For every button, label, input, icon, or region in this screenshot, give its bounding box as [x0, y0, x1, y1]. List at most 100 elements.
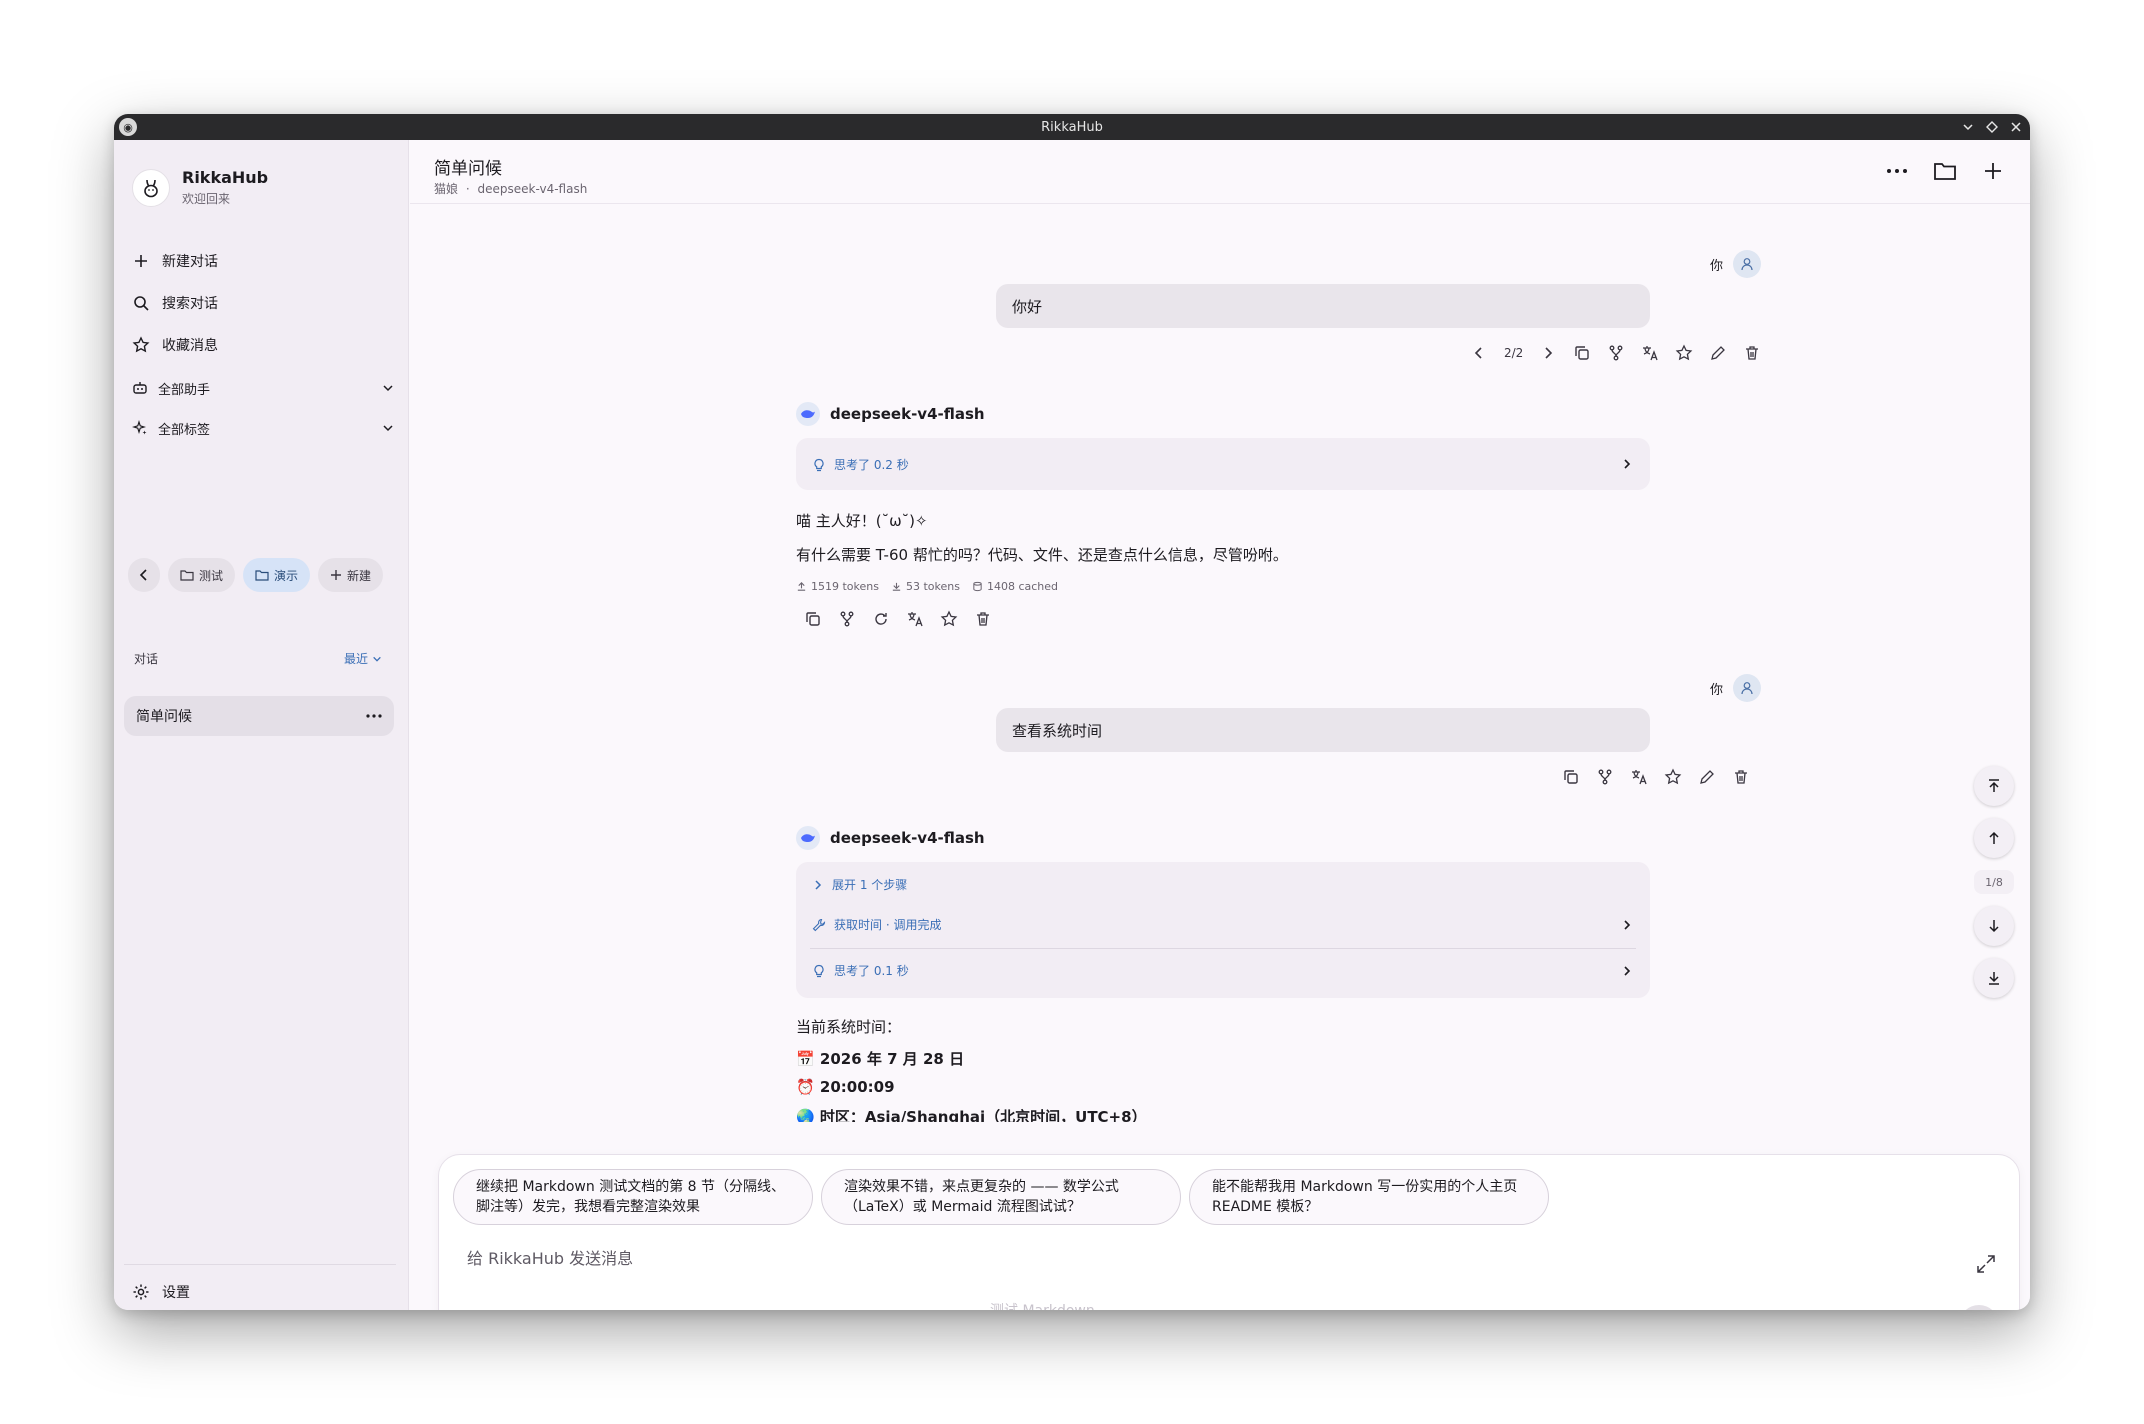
suggestion-line2: README 模板？: [1212, 1199, 1319, 1215]
delete-icon[interactable]: [1732, 768, 1750, 786]
thinking-card[interactable]: 思考了 0.2 秒: [796, 438, 1650, 490]
copy-icon[interactable]: [1573, 344, 1591, 362]
assistant-reply-line2: 有什么需要 T-60 帮忙的吗？代码、文件、还是查点什么信息，尽管吩咐。: [796, 546, 1288, 564]
scroll-up-button[interactable]: [1974, 818, 2014, 858]
assistants-label: 全部助手: [158, 382, 211, 398]
app-window: ◉ RikkaHub RikkaHub 欢迎回来 新建对话 搜索对话 收藏消息 …: [114, 114, 2030, 1310]
assistant-message-header: deepseek-v4-flash: [796, 402, 985, 426]
fork-icon[interactable]: [838, 610, 856, 628]
plus-icon: [135, 255, 147, 267]
star-icon[interactable]: [1664, 768, 1682, 786]
chevron-down-icon: [383, 385, 393, 392]
person-icon: [1741, 682, 1753, 695]
sparkle-icon: [132, 420, 147, 435]
close-button[interactable]: [2008, 119, 2024, 135]
arrow-bottom-icon: [1989, 972, 1999, 985]
suggestion-chip[interactable]: 渲染效果不错，来点更复杂的 —— 数学公式 （LaTeX）或 Mermaid 流程…: [821, 1169, 1181, 1225]
message-pager: 2/2: [1504, 346, 1524, 360]
suggestion-chip[interactable]: 继续把 Markdown 测试文档的第 8 节（分隔线、 脚注等）发完，我想看完整…: [453, 1169, 813, 1225]
scroll-bottom-button[interactable]: [1974, 958, 2014, 998]
fork-icon[interactable]: [1596, 768, 1614, 786]
scroll-down-button[interactable]: [1974, 906, 2014, 946]
app-name: RikkaHub: [182, 168, 269, 187]
plus-icon: [1985, 163, 2001, 179]
user-message-toolbar: 2/2: [1470, 344, 1761, 362]
message-input[interactable]: 给 RikkaHub 发送消息: [467, 1245, 633, 1269]
translate-icon[interactable]: [1630, 768, 1648, 786]
fork-icon[interactable]: [1607, 344, 1625, 362]
token-stats: 1519 tokens 53 tokens 1408 cached: [796, 580, 1058, 593]
thinking-row[interactable]: 思考了 0.1 秒: [812, 962, 909, 979]
tag-chips: 测试 演示 新建: [128, 558, 384, 592]
suggestion-chip[interactable]: 能不能帮我用 Markdown 写一份实用的个人主页 README 模板？: [1189, 1169, 1549, 1225]
cached-tokens: 1408 cached: [972, 580, 1058, 593]
new-chat-button[interactable]: 新建对话: [132, 246, 218, 276]
copy-icon[interactable]: [1562, 768, 1580, 786]
tags-label: 全部标签: [158, 422, 211, 438]
favorites-label: 收藏消息: [162, 338, 218, 354]
sort-dropdown[interactable]: 最近: [344, 650, 382, 667]
translate-icon[interactable]: [1641, 344, 1659, 362]
input-tokens: 1519 tokens: [796, 580, 879, 593]
star-icon[interactable]: [940, 610, 958, 628]
tag-chip-demo[interactable]: 演示: [243, 558, 311, 592]
send-button[interactable]: [1959, 1305, 1999, 1310]
cached-tokens-value: 1408 cached: [986, 580, 1059, 593]
folder-icon: [1934, 163, 1956, 180]
chevron-left-icon[interactable]: [1470, 344, 1488, 362]
folder-button[interactable]: [1932, 158, 1958, 184]
more-icon[interactable]: [366, 714, 382, 718]
more-icon: [1887, 169, 1907, 173]
edit-icon[interactable]: [1698, 768, 1716, 786]
robot-icon: [133, 382, 147, 394]
more-options-button[interactable]: [1884, 158, 1910, 184]
user-message-text: 你好: [1012, 297, 1043, 316]
delete-icon[interactable]: [974, 610, 992, 628]
edit-icon[interactable]: [1709, 344, 1727, 362]
assistant-reply-line1: 当前系统时间：: [796, 1018, 902, 1036]
search-chat-button[interactable]: 搜索对话: [132, 288, 218, 318]
app-subtitle: 欢迎回来: [182, 192, 231, 206]
tool-call-row[interactable]: 获取时间 · 调用完成: [812, 916, 941, 933]
assistant-message-toolbar: [804, 610, 992, 628]
copy-icon[interactable]: [804, 610, 822, 628]
upload-icon: [797, 582, 806, 591]
star-icon[interactable]: [1675, 344, 1693, 362]
new-chat-label: 新建对话: [162, 254, 218, 270]
conversations-section-label: 对话: [134, 652, 159, 666]
favorites-button[interactable]: 收藏消息: [132, 330, 218, 360]
minimize-button[interactable]: [1960, 119, 1976, 135]
conversation-item[interactable]: 简单问候: [124, 696, 394, 736]
regenerate-icon[interactable]: [872, 610, 890, 628]
tag-scroll-left-button[interactable]: [128, 558, 160, 592]
expand-steps-button[interactable]: 展开 1 个步骤: [812, 876, 907, 893]
suggestion-line1: 渲染效果不错，来点更复杂的 —— 数学公式: [844, 1179, 1119, 1195]
translate-icon[interactable]: [906, 610, 924, 628]
lightbulb-icon: [814, 964, 824, 977]
input-tokens-value: 1519 tokens: [811, 580, 879, 593]
expand-icon[interactable]: [1975, 1253, 1997, 1275]
assistants-dropdown[interactable]: 全部助手: [132, 374, 394, 402]
user-message-toolbar: [1562, 768, 1750, 786]
user-message-bubble: 你好: [996, 284, 1650, 328]
ghost-suggestion-text: 测试 Markdown: [990, 1300, 1095, 1310]
title-bar: ◉ RikkaHub: [114, 114, 2030, 140]
tags-dropdown[interactable]: 全部标签: [132, 414, 394, 442]
assistant-reply-time: ⏰ 20:00:09: [796, 1078, 895, 1096]
assistant-model-name: deepseek-v4-flash: [830, 829, 985, 847]
header-separator: ·: [465, 182, 470, 196]
delete-icon[interactable]: [1743, 344, 1761, 362]
tag-chip-new[interactable]: 新建: [318, 558, 384, 592]
output-tokens-value: 53 tokens: [905, 580, 960, 593]
user-message-header: 你: [1710, 674, 1762, 702]
chat-header: 简单问候 猫娘 · deepseek-v4-flash: [410, 140, 2030, 204]
arrow-top-icon: [1989, 779, 1999, 792]
maximize-button[interactable]: [1984, 119, 2000, 135]
tag-chip-test[interactable]: 测试: [168, 558, 236, 592]
chevron-right-icon[interactable]: [1539, 344, 1557, 362]
expand-steps-label: 展开 1 个步骤: [832, 878, 908, 892]
new-chat-header-button[interactable]: [1980, 158, 2006, 184]
settings-button[interactable]: 设置: [132, 1282, 190, 1302]
suggestion-line2: （LaTeX）或 Mermaid 流程图试试？: [844, 1199, 1081, 1215]
scroll-top-button[interactable]: [1974, 766, 2014, 806]
